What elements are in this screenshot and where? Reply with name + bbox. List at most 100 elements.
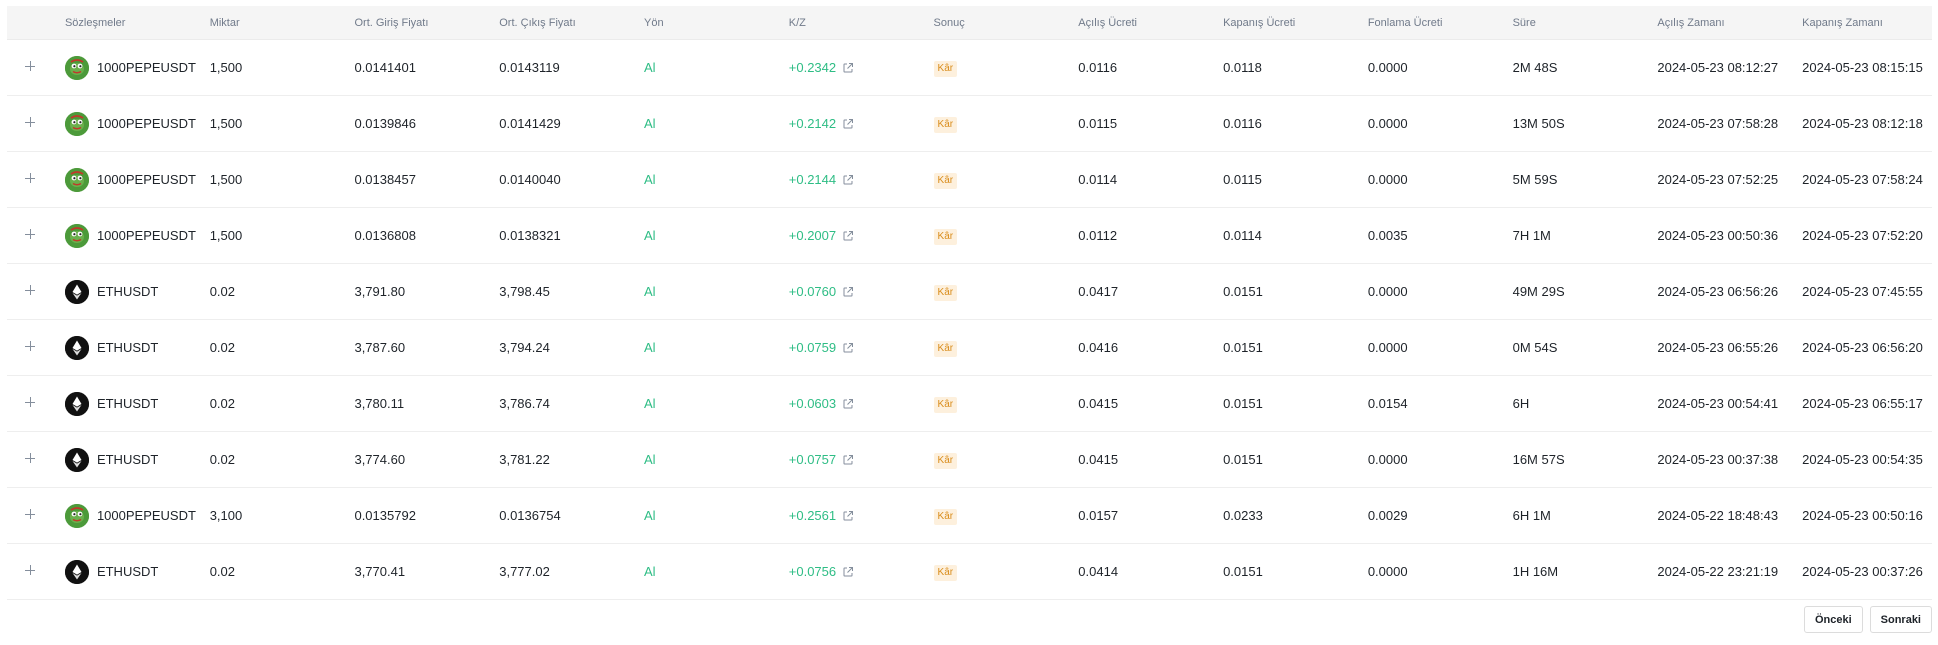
plus-icon[interactable]: [23, 171, 37, 185]
external-link-icon[interactable]: [842, 118, 854, 130]
entry-price-value: 3,791.80: [354, 284, 406, 299]
close-time-value: 2024-05-23 06:55:17: [1802, 396, 1923, 411]
funding-fee-value: 0.0029: [1367, 508, 1408, 523]
entry-price-value: 0.0138457: [354, 172, 416, 187]
side-value: Al: [644, 228, 656, 243]
table-row[interactable]: 1000PEPEUSDT 1,500 0.0136808 0.0138321 Al +0.…: [7, 208, 1932, 264]
funding-fee-value: 0.0000: [1367, 284, 1408, 299]
table-row[interactable]: ETHUSDT 0.02 3,787.60 3,794.24 Al +0.0759 Kâr 0…: [7, 320, 1932, 376]
table-row[interactable]: ETHUSDT 0.02 3,774.60 3,781.22 Al +0.0757 Kâr 0…: [7, 432, 1932, 488]
close-fee-value: 0.0118: [1223, 60, 1262, 75]
pnl-value: +0.2142: [788, 116, 837, 131]
pnl-value: +0.2561: [788, 508, 837, 523]
open-fee-value: 0.0417: [1078, 284, 1119, 299]
quantity-value: 0.02: [209, 340, 236, 355]
previous-page-button[interactable]: Önceki: [1803, 606, 1863, 633]
pepe-coin-icon: [64, 223, 89, 248]
plus-icon[interactable]: [23, 395, 37, 409]
expand-cell: [7, 227, 65, 244]
pagination: Önceki Sonraki: [1803, 606, 1932, 633]
plus-icon[interactable]: [23, 507, 37, 521]
close-fee-value: 0.0151: [1223, 340, 1263, 355]
entry-price-value: 3,774.60: [354, 452, 406, 467]
header-quantity: Miktar: [209, 16, 240, 29]
plus-icon[interactable]: [23, 283, 37, 297]
external-link-icon[interactable]: [842, 454, 854, 466]
quantity-value: 0.02: [209, 564, 236, 579]
table-row[interactable]: ETHUSDT 0.02 3,780.11 3,786.74 Al +0.0603 Kâr 0…: [7, 376, 1932, 432]
contract-symbol: 1000PEPEUSDT: [96, 508, 196, 523]
quantity-value: 1,500: [209, 228, 243, 243]
external-link-icon[interactable]: [842, 286, 854, 298]
table-row[interactable]: ETHUSDT 0.02 3,770.41 3,777.02 Al +0.0756 Kâr 0…: [7, 544, 1932, 600]
plus-icon[interactable]: [23, 339, 37, 353]
close-fee-value: 0.0116: [1223, 116, 1262, 131]
eth-coin-icon: [64, 335, 89, 360]
expand-cell: [7, 507, 65, 524]
pnl-cell: +0.0756: [789, 564, 934, 579]
side-value: Al: [644, 340, 656, 355]
contract-cell: 1000PEPEUSDT: [64, 111, 210, 136]
profit-badge: Kâr: [933, 228, 958, 245]
profit-badge: Kâr: [933, 508, 958, 525]
plus-icon[interactable]: [23, 451, 37, 465]
pnl-value: +0.0756: [788, 564, 837, 579]
plus-icon[interactable]: [23, 563, 37, 577]
entry-price-value: 0.0136808: [354, 228, 416, 243]
exit-price-value: 3,781.22: [499, 452, 550, 467]
duration-value: 6H: [1512, 396, 1530, 411]
close-time-value: 2024-05-23 00:50:16: [1802, 508, 1923, 523]
contract-cell: ETHUSDT: [64, 447, 210, 472]
plus-icon[interactable]: [23, 59, 37, 73]
table-row[interactable]: 1000PEPEUSDT 3,100 0.0135792 0.0136754 Al +0.…: [7, 488, 1932, 544]
pnl-cell: +0.0760: [789, 284, 934, 299]
contract-cell: 1000PEPEUSDT: [64, 503, 210, 528]
exit-price-value: 0.0141429: [499, 116, 561, 131]
funding-fee-value: 0.0000: [1367, 452, 1408, 467]
header-funding-fee: Fonlama Ücreti: [1367, 16, 1443, 29]
side-value: Al: [644, 284, 656, 299]
quantity-value: 3,100: [209, 508, 243, 523]
profit-badge: Kâr: [933, 172, 958, 189]
profit-badge: Kâr: [933, 452, 958, 469]
external-link-icon[interactable]: [842, 174, 854, 186]
exit-price-value: 0.0138321: [499, 228, 561, 243]
contract-symbol: 1000PEPEUSDT: [96, 116, 196, 131]
table-row[interactable]: ETHUSDT 0.02 3,791.80 3,798.45 Al +0.0760 Kâr 0…: [7, 264, 1932, 320]
entry-price-value: 3,787.60: [354, 340, 406, 355]
exit-price-value: 3,798.45: [499, 284, 550, 299]
open-fee-value: 0.0116: [1078, 60, 1118, 75]
plus-icon[interactable]: [23, 227, 37, 241]
next-page-button[interactable]: Sonraki: [1869, 606, 1932, 633]
external-link-icon[interactable]: [842, 398, 854, 410]
external-link-icon[interactable]: [842, 230, 854, 242]
close-time-value: 2024-05-23 06:56:20: [1802, 340, 1923, 355]
funding-fee-value: 0.0035: [1367, 228, 1408, 243]
close-time-value: 2024-05-23 08:15:15: [1802, 60, 1923, 75]
pnl-value: +0.0760: [788, 284, 837, 299]
quantity-value: 1,500: [209, 172, 243, 187]
contract-cell: 1000PEPEUSDT: [64, 167, 210, 192]
table-row[interactable]: 1000PEPEUSDT 1,500 0.0141401 0.0143119 Al +0.…: [7, 40, 1932, 96]
pnl-cell: +0.0759: [789, 340, 934, 355]
external-link-icon[interactable]: [842, 566, 854, 578]
table-row[interactable]: 1000PEPEUSDT 1,500 0.0139846 0.0141429 Al +0.…: [7, 96, 1932, 152]
plus-icon[interactable]: [23, 115, 37, 129]
trade-history-table: Sözleşmeler Miktar Ort. Giriş Fiyatı Ort…: [7, 6, 1932, 600]
quantity-value: 1,500: [209, 116, 243, 131]
expand-cell: [7, 171, 65, 188]
profit-badge: Kâr: [933, 284, 958, 301]
funding-fee-value: 0.0000: [1367, 340, 1408, 355]
contract-symbol: 1000PEPEUSDT: [96, 228, 196, 243]
external-link-icon[interactable]: [842, 62, 854, 74]
header-exit-price: Ort. Çıkış Fiyatı: [499, 16, 576, 29]
table-row[interactable]: 1000PEPEUSDT 1,500 0.0138457 0.0140040 Al +0.…: [7, 152, 1932, 208]
open-fee-value: 0.0415: [1078, 452, 1119, 467]
pnl-cell: +0.2007: [789, 228, 934, 243]
profit-badge: Kâr: [933, 60, 958, 77]
external-link-icon[interactable]: [842, 510, 854, 522]
external-link-icon[interactable]: [842, 342, 854, 354]
header-duration: Süre: [1512, 16, 1536, 29]
quantity-value: 1,500: [209, 60, 243, 75]
contract-cell: 1000PEPEUSDT: [64, 55, 210, 80]
